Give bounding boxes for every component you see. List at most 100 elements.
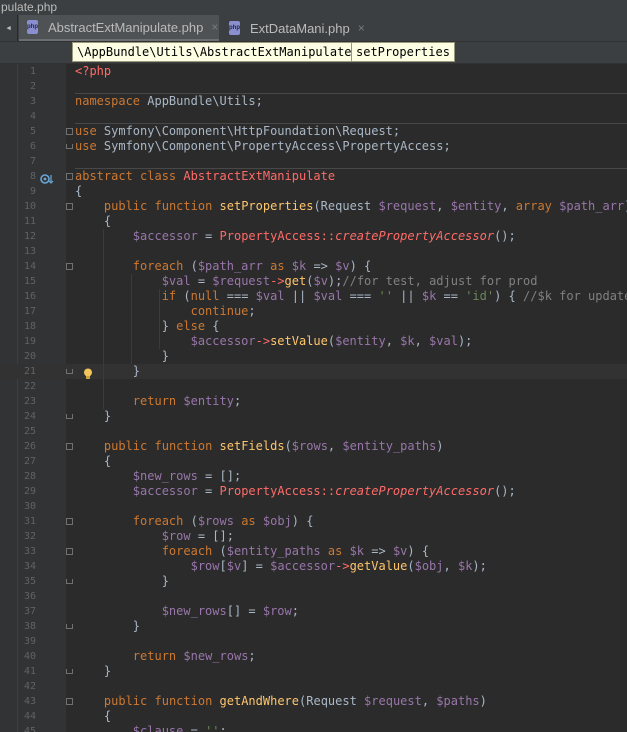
code-line[interactable]: 13: [0, 244, 627, 259]
code-line[interactable]: 43 public function getAndWhere(Request $…: [0, 694, 627, 709]
code-text: {: [75, 214, 112, 228]
fold-end-icon[interactable]: [66, 579, 73, 584]
code-line[interactable]: 20 }: [0, 349, 627, 364]
code-line[interactable]: 35 }: [0, 574, 627, 589]
code-line[interactable]: 26 public function setFields($rows, $ent…: [0, 439, 627, 454]
line-number: 33: [23, 546, 36, 557]
fold-toggle-icon[interactable]: [66, 698, 73, 705]
code-line[interactable]: 2: [0, 79, 627, 94]
line-number: 31: [23, 516, 36, 527]
fold-end-icon[interactable]: [66, 144, 73, 149]
line-number: 35: [23, 576, 36, 587]
fold-toggle-icon[interactable]: [66, 203, 73, 210]
fold-end-icon[interactable]: [66, 369, 73, 374]
fold-toggle-icon[interactable]: [66, 173, 73, 180]
breadcrumb-method[interactable]: setProperties: [351, 42, 455, 62]
code-text: $val = $request->get($v);//for test, adj…: [161, 274, 538, 288]
code-line[interactable]: 11 {: [0, 214, 627, 229]
line-number: 13: [23, 246, 36, 257]
code-line[interactable]: 6 use Symfony\Component\PropertyAccess\Pr…: [0, 139, 627, 154]
code-line[interactable]: 33 foreach ($entity_paths as $k => $v) {: [0, 544, 627, 559]
code-line[interactable]: 5 use Symfony\Component\HttpFoundation\Re…: [0, 124, 627, 139]
code-line[interactable]: 8 abstract class AbstractExtManipulate: [0, 169, 627, 184]
fold-toggle-icon[interactable]: [66, 518, 73, 525]
code-line[interactable]: 4: [0, 109, 627, 124]
code-line[interactable]: 42: [0, 679, 627, 694]
code-line[interactable]: 31 foreach ($rows as $obj) {: [0, 514, 627, 529]
code-line[interactable]: 41 }: [0, 664, 627, 679]
tab-label: AbstractExtManipulate.php: [48, 19, 204, 35]
code-line[interactable]: 29 $accessor = PropertyAccess::createPro…: [0, 484, 627, 499]
code-text: }: [75, 574, 169, 588]
code-text: $accessor->setValue($entity, $k, $val);: [190, 334, 473, 348]
line-number: 25: [23, 426, 36, 437]
line-number: 22: [23, 381, 36, 392]
tab-scroll-left-icon[interactable]: ◂: [0, 15, 18, 41]
line-number: 15: [23, 276, 36, 287]
code-line[interactable]: 10 public function setProperties(Request…: [0, 199, 627, 214]
tab-ext-data-mani[interactable]: php ExtDataMani.php ×: [221, 15, 371, 41]
line-number: 23: [23, 396, 36, 407]
php-file-icon: php: [229, 21, 240, 35]
code-line[interactable]: 24 }: [0, 409, 627, 424]
code-line[interactable]: 37 $new_rows[] = $row;: [0, 604, 627, 619]
code-line[interactable]: 45 $clause = '';: [0, 724, 627, 732]
lightbulb-icon[interactable]: [83, 365, 93, 379]
line-number: 40: [23, 651, 36, 662]
code-line[interactable]: 9{: [0, 184, 627, 199]
line-number: 14: [23, 261, 36, 272]
line-number: 9: [29, 186, 36, 197]
code-line[interactable]: 17 continue;: [0, 304, 627, 319]
code-line[interactable]: 21 }: [0, 364, 627, 379]
code-text: $new_rows[] = $row;: [161, 604, 299, 618]
code-line[interactable]: 27 {: [0, 454, 627, 469]
line-number: 27: [23, 456, 36, 467]
code-line[interactable]: 15 $val = $request->get($v);//for test, …: [0, 274, 627, 289]
code-text: $new_rows = [];: [132, 469, 242, 483]
fold-end-icon[interactable]: [66, 624, 73, 629]
code-text: foreach ($entity_paths as $k => $v) {: [161, 544, 430, 558]
code-line[interactable]: 16 if (null === $val || $val === '' || $…: [0, 289, 627, 304]
fold-toggle-icon[interactable]: [66, 443, 73, 450]
code-line[interactable]: 40 return $new_rows;: [0, 649, 627, 664]
code-line[interactable]: 18 } else {: [0, 319, 627, 334]
code-line[interactable]: 3 namespace AppBundle\Utils;: [0, 94, 627, 109]
code-line[interactable]: 23 return $entity;: [0, 394, 627, 409]
code-text: public function setFields($rows, $entity…: [103, 439, 444, 453]
code-line[interactable]: 1 <?php: [0, 64, 627, 79]
code-line[interactable]: 30: [0, 499, 627, 514]
fold-toggle-icon[interactable]: [66, 128, 73, 135]
code-line[interactable]: 7: [0, 154, 627, 169]
code-line[interactable]: 39: [0, 634, 627, 649]
code-line[interactable]: 44 {: [0, 709, 627, 724]
code-line[interactable]: 14 foreach ($path_arr as $k => $v) {: [0, 259, 627, 274]
line-number: 2: [29, 81, 36, 92]
indent-guide: [159, 289, 160, 349]
code-editor[interactable]: 1 <?php 2 3 namespace AppBundle\Utils; 4 5 use …: [0, 64, 627, 732]
line-number: 39: [23, 636, 36, 647]
fold-end-icon[interactable]: [66, 669, 73, 674]
code-text: $accessor = PropertyAccess::createProper…: [132, 484, 516, 498]
code-line[interactable]: 34 $row[$v] = $accessor->getValue($obj, …: [0, 559, 627, 574]
line-number: 16: [23, 291, 36, 302]
code-line[interactable]: 36: [0, 589, 627, 604]
close-icon[interactable]: ×: [358, 21, 365, 35]
code-line[interactable]: 22: [0, 379, 627, 394]
fold-toggle-icon[interactable]: [66, 263, 73, 270]
code-line[interactable]: 12 $accessor = PropertyAccess::createPro…: [0, 229, 627, 244]
fold-toggle-icon[interactable]: [66, 548, 73, 555]
line-number: 36: [23, 591, 36, 602]
breadcrumb-namespace[interactable]: \AppBundle\Utils\AbstractExtManipulate: [72, 42, 357, 62]
code-text: $row[$v] = $accessor->getValue($obj, $k)…: [190, 559, 487, 573]
tab-abstract-ext-manipulate[interactable]: php AbstractExtManipulate.php ×: [19, 15, 219, 41]
line-number: 10: [23, 201, 36, 212]
code-line[interactable]: 32 $row = [];: [0, 529, 627, 544]
code-line[interactable]: 25: [0, 424, 627, 439]
code-line[interactable]: 19 $accessor->setValue($entity, $k, $val…: [0, 334, 627, 349]
implement-method-icon[interactable]: [40, 170, 54, 184]
fold-end-icon[interactable]: [66, 414, 73, 419]
close-icon[interactable]: ×: [211, 20, 218, 34]
line-number: 43: [23, 696, 36, 707]
code-line[interactable]: 28 $new_rows = [];: [0, 469, 627, 484]
code-line[interactable]: 38 }: [0, 619, 627, 634]
